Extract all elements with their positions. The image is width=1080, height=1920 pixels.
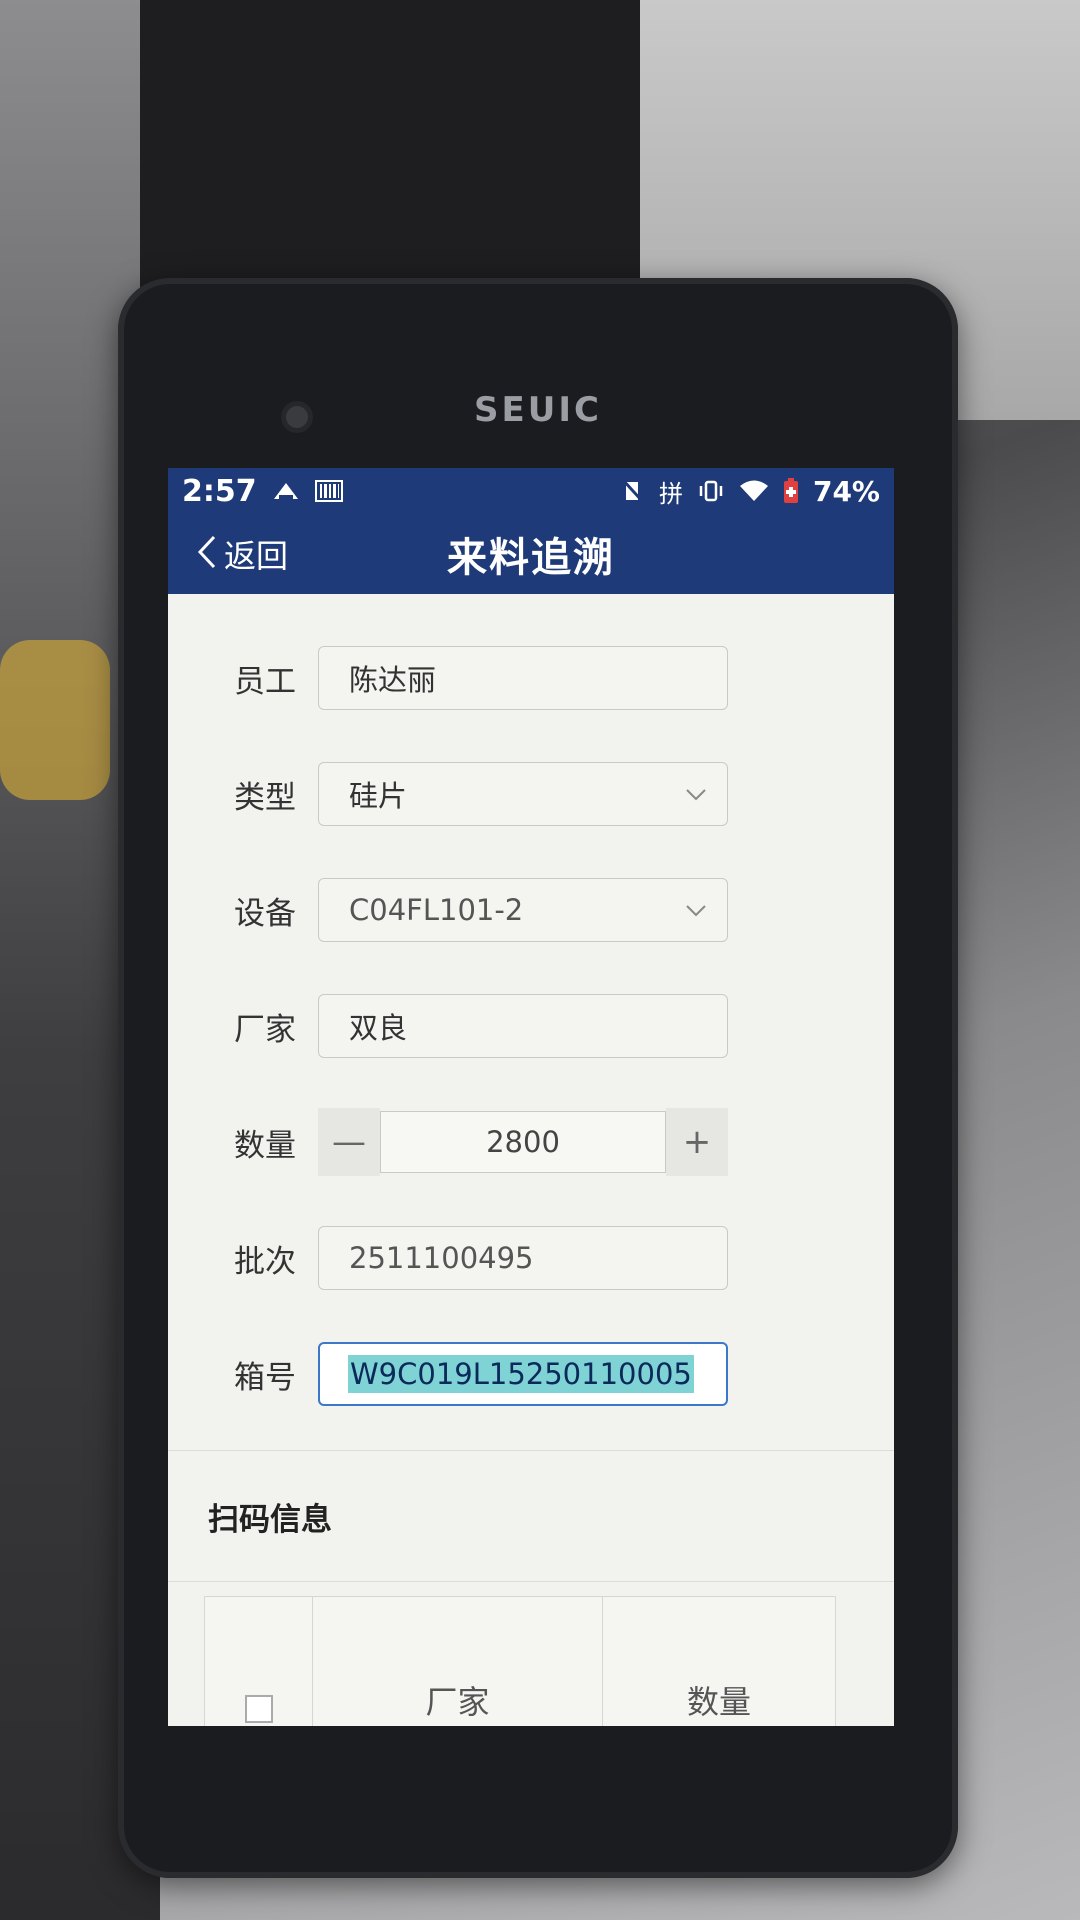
dropdown-chevron-icon xyxy=(685,895,707,917)
page-title: 来料追溯 xyxy=(447,535,615,581)
quantity-row: 数量 — 2800 + xyxy=(168,1084,894,1200)
box-number-selection: W9C019L15250110005 xyxy=(348,1355,694,1393)
back-label: 返回 xyxy=(224,537,289,575)
mute-icon xyxy=(621,478,645,504)
device-screen: 2:57 拼 74% 返回 来料追溯 员工 陈达丽 类型 硅片 设备 C04FL… xyxy=(168,468,894,1726)
vibrate-icon xyxy=(697,479,725,503)
equipment-label: 设备 xyxy=(234,895,296,932)
battery-level: 74% xyxy=(812,474,880,508)
quantity-label: 数量 xyxy=(234,1127,296,1164)
employee-value: 陈达丽 xyxy=(349,663,437,697)
trace-form: 员工 陈达丽 类型 硅片 设备 C04FL101-2 厂家 双良 数量 — 28… xyxy=(168,594,894,1432)
background-object xyxy=(0,640,110,800)
back-button[interactable]: 返回 xyxy=(196,514,288,594)
manufacturer-label: 厂家 xyxy=(234,1011,296,1048)
equipment-select[interactable]: C04FL101-2 xyxy=(318,878,728,942)
back-chevron-icon xyxy=(196,534,218,570)
quantity-stepper: — 2800 + xyxy=(318,1108,728,1176)
box-number-input[interactable]: W9C019L15250110005 xyxy=(318,1342,728,1406)
device-brand: SEUIC xyxy=(474,390,602,430)
app-header: 返回 来料追溯 xyxy=(168,514,894,594)
box-label: 箱号 xyxy=(234,1359,296,1396)
type-value: 硅片 xyxy=(349,779,408,813)
status-time: 2:57 xyxy=(182,473,257,509)
status-bar: 2:57 拼 74% xyxy=(168,468,894,514)
batch-label: 批次 xyxy=(234,1243,296,1280)
cast-icon xyxy=(271,479,301,503)
battery-icon xyxy=(783,478,799,504)
ime-indicator: 拼 xyxy=(658,479,683,508)
select-all-cell xyxy=(205,1597,313,1726)
employee-field[interactable]: 陈达丽 xyxy=(318,646,728,710)
type-select[interactable]: 硅片 xyxy=(318,762,728,826)
employee-label: 员工 xyxy=(234,663,296,700)
manufacturer-value: 双良 xyxy=(349,1011,408,1045)
barcode-icon xyxy=(314,479,343,503)
background-top xyxy=(140,0,660,300)
batch-value: 2511100495 xyxy=(349,1241,534,1275)
divider xyxy=(168,1581,894,1582)
select-all-checkbox[interactable] xyxy=(244,1695,273,1723)
manufacturer-row: 厂家 双良 xyxy=(168,968,894,1084)
type-label: 类型 xyxy=(234,779,296,816)
box-row: 箱号 W9C019L15250110005 xyxy=(168,1316,894,1432)
batch-row: 批次 2511100495 xyxy=(168,1200,894,1316)
manufacturer-field[interactable]: 双良 xyxy=(318,994,728,1058)
decrement-button[interactable]: — xyxy=(318,1108,380,1176)
equipment-value: C04FL101-2 xyxy=(349,893,524,927)
quantity-input[interactable]: 2800 xyxy=(380,1111,666,1173)
equipment-row: 设备 C04FL101-2 xyxy=(168,852,894,968)
batch-field[interactable]: 2511100495 xyxy=(318,1226,728,1290)
wifi-icon xyxy=(739,479,769,503)
scan-info-title: 扫码信息 xyxy=(208,1501,332,1538)
column-header-manufacturer: 厂家 xyxy=(313,1597,603,1726)
increment-button[interactable]: + xyxy=(666,1108,728,1176)
dropdown-chevron-icon xyxy=(685,779,707,801)
type-row: 类型 硅片 xyxy=(168,736,894,852)
handheld-device: SEUIC 2:57 拼 74% 返回 来料追溯 员工 陈达丽 类型 硅片 设备… xyxy=(118,278,958,1878)
employee-row: 员工 陈达丽 xyxy=(168,620,894,736)
scan-table-header: 厂家 数量 xyxy=(204,1596,836,1726)
column-header-quantity: 数量 xyxy=(686,1683,751,1721)
